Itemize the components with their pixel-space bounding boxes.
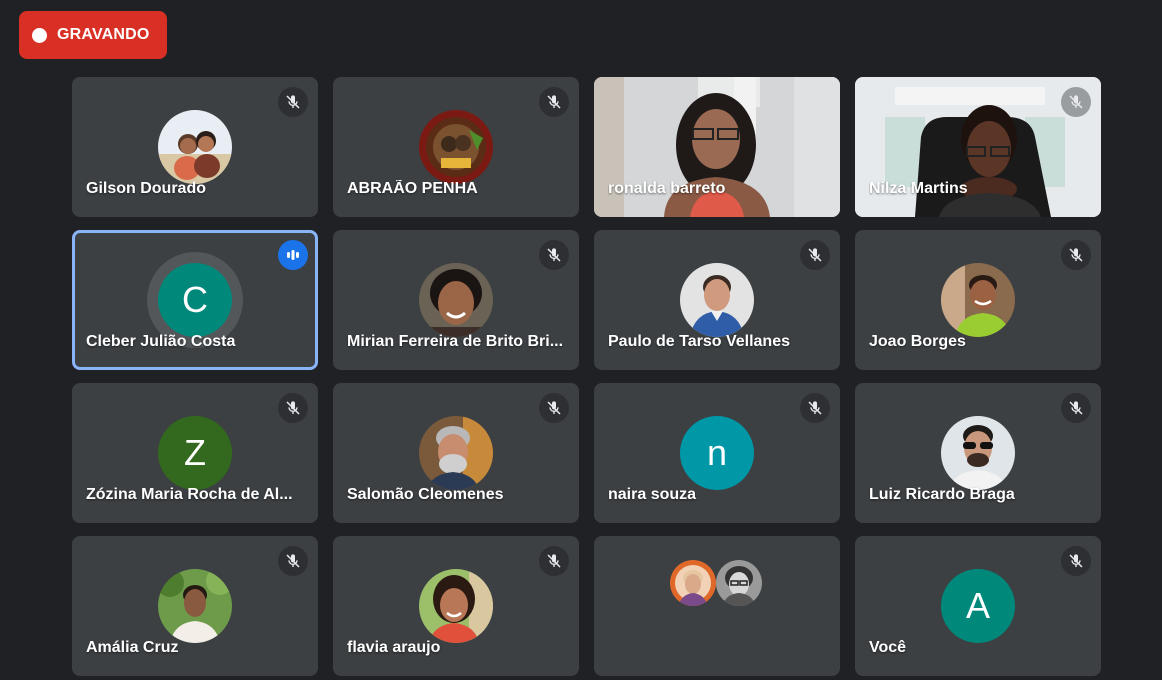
- mic-off-icon: [800, 240, 830, 270]
- participant-tile-paulo-de-tarso[interactable]: Paulo de Tarso Vellanes: [594, 230, 840, 370]
- participant-tile-mirian-ferreira[interactable]: Mirian Ferreira de Brito Bri...: [333, 230, 579, 370]
- participant-name: Você: [869, 639, 907, 656]
- mic-off-icon: [539, 240, 569, 270]
- participant-grid: Gilson Dourado ABRAÃO PENHA ronalda barr…: [72, 77, 1102, 676]
- participant-avatar: n: [680, 416, 754, 490]
- recording-label: GRAVANDO: [57, 26, 150, 43]
- participant-tile-abraao-penha[interactable]: ABRAÃO PENHA: [333, 77, 579, 217]
- participant-avatar: C: [158, 263, 232, 337]
- participant-avatar: [158, 110, 232, 184]
- mic-off-icon: [539, 393, 569, 423]
- participant-avatar: [716, 560, 762, 606]
- mic-off-icon: [800, 393, 830, 423]
- mic-off-icon: [1061, 393, 1091, 423]
- recording-indicator: GRAVANDO: [19, 11, 167, 59]
- participant-avatar: A: [941, 569, 1015, 643]
- participant-avatar: [941, 263, 1015, 337]
- participant-name: Amália Cruz: [86, 639, 179, 656]
- participant-avatar: [670, 560, 716, 606]
- participant-name: flavia araujo: [347, 639, 441, 656]
- participant-tile-gilson-dourado[interactable]: Gilson Dourado: [72, 77, 318, 217]
- participant-avatar: [419, 416, 493, 490]
- avatar-initial: C: [182, 279, 208, 320]
- participant-name: Nilza Martins: [869, 180, 968, 197]
- participant-tile-luiz-ricardo-braga[interactable]: Luiz Ricardo Braga: [855, 383, 1101, 523]
- participant-name: Zózina Maria Rocha de Al...: [86, 486, 293, 503]
- participant-name: Salomão Cleomenes: [347, 486, 504, 503]
- participant-tile-salomao-cleomenes[interactable]: Salomão Cleomenes: [333, 383, 579, 523]
- participant-avatar: Z: [158, 416, 232, 490]
- mic-off-icon: [1061, 546, 1091, 576]
- participant-name: Luiz Ricardo Braga: [869, 486, 1015, 503]
- participant-tile-ronalda-barreto[interactable]: ronalda barreto: [594, 77, 840, 217]
- participant-tile-voce[interactable]: A Você: [855, 536, 1101, 676]
- mic-off-icon: [1061, 240, 1091, 270]
- avatar-initial: Z: [184, 432, 206, 473]
- participant-name: Cleber Julião Costa: [86, 333, 236, 350]
- participant-avatar: [419, 263, 493, 337]
- avatar-initial: n: [706, 432, 728, 473]
- participant-name: Mirian Ferreira de Brito Bri...: [347, 333, 564, 350]
- participant-tile-others-group[interactable]: [594, 536, 840, 676]
- mic-off-icon: [1061, 87, 1091, 117]
- participant-tile-naira-souza[interactable]: n naira souza: [594, 383, 840, 523]
- participant-name: Gilson Dourado: [86, 180, 206, 197]
- participant-tile-amalia-cruz[interactable]: Amália Cruz: [72, 536, 318, 676]
- participant-avatar: [158, 569, 232, 643]
- mic-off-icon: [278, 546, 308, 576]
- mic-off-icon: [278, 393, 308, 423]
- participant-tile-flavia-araujo[interactable]: flavia araujo: [333, 536, 579, 676]
- participant-name: Paulo de Tarso Vellanes: [608, 333, 790, 350]
- participant-name: naira souza: [608, 486, 697, 503]
- avatar-initial: A: [965, 585, 990, 626]
- grouped-participants: [670, 560, 764, 608]
- participant-avatar: [941, 416, 1015, 490]
- participant-avatar: [419, 110, 493, 184]
- participant-avatar: [419, 569, 493, 643]
- mic-off-icon: [539, 87, 569, 117]
- participant-tile-zozina-maria[interactable]: Z Zózina Maria Rocha de Al...: [72, 383, 318, 523]
- mic-off-icon: [539, 546, 569, 576]
- participant-name: ronalda barreto: [608, 180, 726, 197]
- participant-tile-nilza-martins[interactable]: Nilza Martins: [855, 77, 1101, 217]
- record-dot-icon: [32, 27, 47, 43]
- participant-tile-joao-borges[interactable]: Joao Borges: [855, 230, 1101, 370]
- participant-name: Joao Borges: [869, 333, 966, 350]
- mic-off-icon: [278, 87, 308, 117]
- participant-name: ABRAÃO PENHA: [347, 180, 478, 197]
- participant-avatar: [680, 263, 754, 337]
- participant-tile-cleber-juliao-costa[interactable]: C Cleber Julião Costa: [72, 230, 318, 370]
- audio-level-icon: [278, 240, 308, 270]
